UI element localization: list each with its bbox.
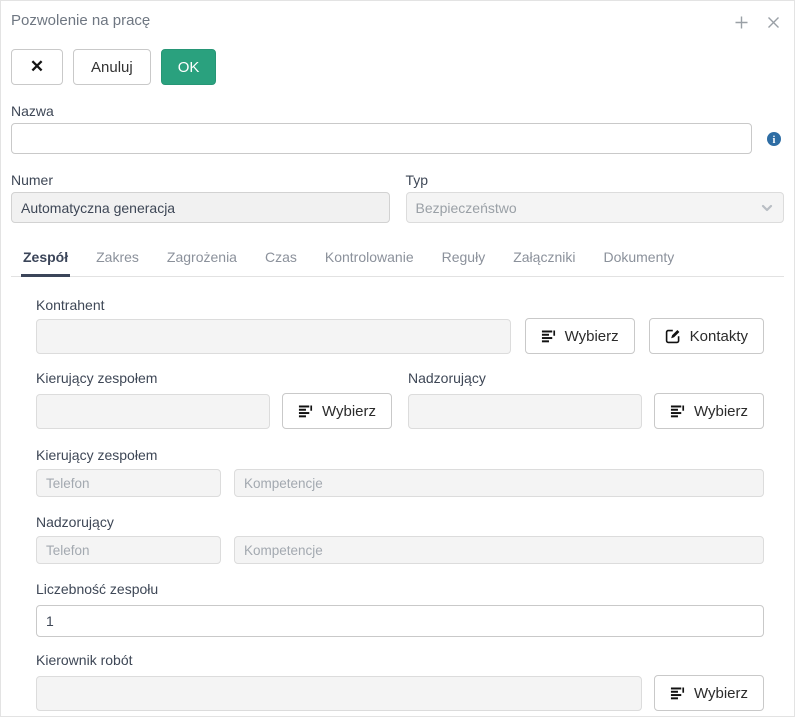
kierownik-group: Kierownik robót Wybierz: [36, 651, 764, 711]
kierujacy-wybierz-button[interactable]: Wybierz: [282, 393, 392, 429]
tab-zespol[interactable]: Zespół: [21, 244, 70, 277]
nadzorujacy-input: [408, 394, 642, 429]
liczebnosc-group: Liczebność zespołu: [36, 580, 764, 637]
kierujacy-details-row: [36, 469, 764, 497]
plus-icon[interactable]: [732, 13, 750, 31]
kierujacy-group: Kierujący zespołem Wybierz: [36, 369, 392, 429]
tab-reguly[interactable]: Reguły: [440, 244, 488, 277]
nadzorujacy-details-row: [36, 536, 764, 564]
kierujacy-wybierz-label: Wybierz: [322, 403, 376, 420]
tab-dokumenty[interactable]: Dokumenty: [601, 244, 676, 277]
tab-bar: Zespół Zakres Zagrożenia Czas Kontrolowa…: [11, 244, 784, 277]
tab-czas[interactable]: Czas: [263, 244, 299, 277]
kierujacy-telefon-input: [36, 469, 221, 497]
edit-icon: [665, 328, 681, 344]
cancel-button[interactable]: Anuluj: [73, 49, 151, 85]
close-button[interactable]: ✕: [11, 49, 63, 85]
x-icon: ✕: [30, 57, 44, 77]
kontrahent-row: Wybierz Kontakty: [36, 318, 764, 354]
nadzorujacy-details-label: Nadzorujący: [36, 513, 764, 531]
nadzorujacy-telefon-input: [36, 536, 221, 564]
nadzorujacy-wybierz-button[interactable]: Wybierz: [654, 393, 764, 429]
leaders-row: Kierujący zespołem Wybierz: [36, 369, 764, 429]
kontakty-button[interactable]: Kontakty: [649, 318, 764, 354]
liczebnosc-label: Liczebność zespołu: [36, 580, 764, 598]
ok-button[interactable]: OK: [161, 49, 217, 85]
list-icon: [541, 329, 556, 344]
kierujacy-label: Kierujący zespołem: [36, 369, 392, 387]
svg-text:i: i: [773, 134, 776, 145]
nazwa-label: Nazwa: [11, 102, 784, 120]
numer-typ-row: Numer Typ Bezpieczeństwo: [11, 171, 784, 223]
kierujacy-details-group: Kierujący zespołem: [36, 446, 764, 497]
tab-zalaczniki[interactable]: Załączniki: [511, 244, 577, 277]
dialog-header: Pozwolenie na pracę: [1, 1, 794, 31]
typ-selected-value: Bezpieczeństwo: [416, 200, 761, 216]
work-permit-dialog: Pozwolenie na pracę ✕ Anuluj OK Nazwa i: [0, 0, 795, 717]
nazwa-input[interactable]: [11, 123, 752, 154]
window-controls: [732, 13, 782, 31]
kierownik-input: [36, 676, 642, 711]
kontakty-label: Kontakty: [690, 328, 748, 345]
close-icon[interactable]: [764, 13, 782, 31]
nadzorujacy-group: Nadzorujący Wybierz: [408, 369, 764, 429]
liczebnosc-input[interactable]: [36, 605, 764, 637]
nadzorujacy-row: Wybierz: [408, 393, 764, 429]
numer-input: [11, 192, 390, 223]
kierujacy-kompetencje-input: [234, 469, 764, 497]
typ-group: Typ Bezpieczeństwo: [406, 171, 785, 223]
list-icon: [670, 686, 685, 701]
kierownik-label: Kierownik robót: [36, 651, 764, 669]
typ-label: Typ: [406, 171, 785, 189]
kierujacy-details-label: Kierujący zespołem: [36, 446, 764, 464]
chevron-down-icon: [760, 201, 774, 215]
toolbar: ✕ Anuluj OK: [1, 49, 794, 85]
tab-pane-zespol: Kontrahent Wybierz: [11, 277, 784, 711]
nadzorujacy-details-group: Nadzorujący: [36, 513, 764, 564]
form-area: Nazwa i Numer Typ Bezpieczeństwo: [1, 102, 794, 711]
nazwa-row: i: [11, 123, 784, 154]
numer-label: Numer: [11, 171, 390, 189]
list-icon: [298, 404, 313, 419]
page-title: Pozwolenie na pracę: [11, 11, 150, 31]
tab-kontrolowanie[interactable]: Kontrolowanie: [323, 244, 416, 277]
nadzorujacy-wybierz-label: Wybierz: [694, 403, 748, 420]
kierujacy-input: [36, 394, 270, 429]
typ-select: Bezpieczeństwo: [406, 192, 785, 223]
kierownik-wybierz-label: Wybierz: [694, 685, 748, 702]
kontrahent-wybierz-button[interactable]: Wybierz: [525, 318, 635, 354]
info-icon[interactable]: i: [764, 131, 784, 147]
kontrahent-input: [36, 319, 511, 354]
list-icon: [670, 404, 685, 419]
kontrahent-wybierz-label: Wybierz: [565, 328, 619, 345]
kontrahent-label: Kontrahent: [36, 296, 764, 314]
tab-zagrozenia[interactable]: Zagrożenia: [165, 244, 239, 277]
tab-zakres[interactable]: Zakres: [94, 244, 141, 277]
nadzorujacy-label: Nadzorujący: [408, 369, 764, 387]
kierownik-wybierz-button[interactable]: Wybierz: [654, 675, 764, 711]
nadzorujacy-kompetencje-input: [234, 536, 764, 564]
kierownik-row: Wybierz: [36, 675, 764, 711]
kierujacy-row: Wybierz: [36, 393, 392, 429]
numer-group: Numer: [11, 171, 390, 223]
